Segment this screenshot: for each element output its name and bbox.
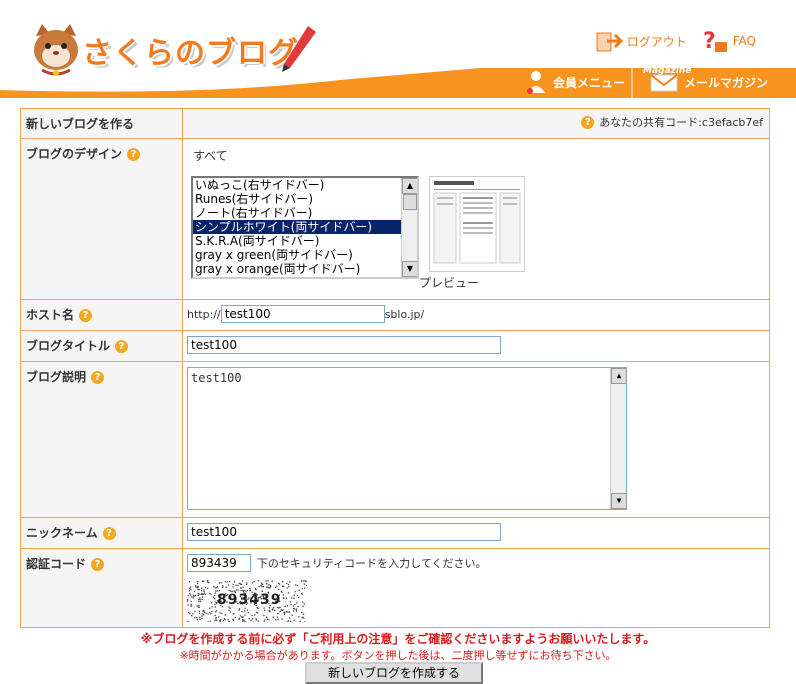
member-menu-button[interactable]: 会員メニュー xyxy=(525,68,625,96)
create-blog-button[interactable]: 新しいブログを作成する xyxy=(305,662,483,684)
auth-help-icon[interactable]: ? xyxy=(91,558,105,571)
design-option[interactable]: gray x green(両サイドバー) xyxy=(193,248,417,262)
design-category: すべて xyxy=(193,149,228,163)
textarea-scroll-down-icon[interactable]: ▼ xyxy=(611,493,627,509)
logout-icon xyxy=(596,32,623,52)
description-label: ブログ説明 xyxy=(26,370,87,384)
notice-line2: ※時間がかかる場合があります。ボタンを押した後は、二度押し等せずにお待ち下さい。 xyxy=(179,649,617,662)
auth-code-input[interactable] xyxy=(187,554,251,572)
magazine-badge: Magazine xyxy=(643,66,692,76)
design-option[interactable]: Runes(右サイドバー) xyxy=(193,192,417,206)
design-listbox[interactable]: いぬっこ(右サイドバー) Runes(右サイドバー) ノート(右サイドバー) シンプル… xyxy=(191,176,419,279)
logout-label: ログアウト xyxy=(626,34,687,49)
design-option[interactable]: S.K.R.A(両サイドバー) xyxy=(193,234,417,248)
header: さくらのブログ ログアウト ? FAQ 会員メニュー メールマガジン Magaz… xyxy=(0,0,796,100)
new-blog-label: 新しいブログを作る xyxy=(20,108,183,139)
logout-link[interactable]: ログアウト xyxy=(595,29,687,53)
share-code-text: あなたの共有コード:c3efacb7ef xyxy=(599,116,763,129)
design-option[interactable]: シンプルホワイト(両サイドバー) xyxy=(193,220,417,234)
notice-line1: ※ブログを作成する前に必ず「ご利用上の注意」をご確認くださいますようお願いいたし… xyxy=(140,632,656,646)
title-help-icon[interactable]: ? xyxy=(115,340,129,353)
faq-link[interactable]: ? FAQ xyxy=(701,28,756,54)
faq-question-icon: ? xyxy=(703,29,727,54)
auth-label: 認証コード xyxy=(26,557,87,571)
nickname-help-icon[interactable]: ? xyxy=(102,527,116,540)
description-textarea[interactable]: test100 ▲ ▼ xyxy=(187,367,627,510)
host-prefix: http:// xyxy=(187,308,221,321)
description-help-icon[interactable]: ? xyxy=(91,371,105,384)
mail-magazine-label: メールマガジン xyxy=(684,75,769,90)
textarea-scroll-up-icon[interactable]: ▲ xyxy=(611,368,627,384)
member-person-icon xyxy=(527,71,545,94)
textarea-scrollbar[interactable]: ▲ ▼ xyxy=(610,368,627,509)
scroll-down-arrow-icon[interactable]: ▼ xyxy=(402,261,417,277)
design-preview-thumbnail[interactable] xyxy=(429,176,525,272)
title-label: ブログタイトル xyxy=(26,339,111,353)
host-label: ホスト名 xyxy=(26,308,75,322)
host-input[interactable] xyxy=(220,305,385,323)
design-label: ブログのデザイン xyxy=(26,147,123,161)
design-option[interactable]: いぬっこ(右サイドバー) xyxy=(193,178,417,192)
design-help-icon[interactable]: ? xyxy=(127,148,141,161)
preview-layout-image xyxy=(430,177,524,271)
nickname-label: ニックネーム xyxy=(26,526,98,540)
faq-label: FAQ xyxy=(732,34,756,48)
design-option[interactable]: gray x orange(両サイドバー) xyxy=(193,262,417,276)
host-suffix: sblo.jp/ xyxy=(384,308,425,321)
listbox-scrollbar[interactable]: ▲ ▼ xyxy=(401,178,417,277)
captcha-text: 893439 xyxy=(217,592,282,608)
scroll-thumb[interactable] xyxy=(403,194,417,210)
design-option[interactable]: ノート(右サイドバー) xyxy=(193,206,417,220)
svg-text:?: ? xyxy=(703,29,716,54)
nickname-input[interactable] xyxy=(187,523,501,541)
host-help-icon[interactable]: ? xyxy=(79,309,93,322)
captcha-image: 893439 xyxy=(187,580,307,622)
scroll-up-arrow-icon[interactable]: ▲ xyxy=(402,178,417,194)
preview-label: プレビュー xyxy=(419,276,480,290)
description-value: test100 xyxy=(191,371,242,385)
member-menu-label: 会員メニュー xyxy=(553,75,626,90)
auth-hint: 下のセキュリティコードを入力してください。 xyxy=(256,557,487,570)
title-input[interactable] xyxy=(187,336,501,354)
blog-create-form: 新しいブログを作る ? あなたの共有コード:c3efacb7ef ブログのデザイ… xyxy=(20,108,770,628)
help-icon[interactable]: ? xyxy=(581,116,595,129)
